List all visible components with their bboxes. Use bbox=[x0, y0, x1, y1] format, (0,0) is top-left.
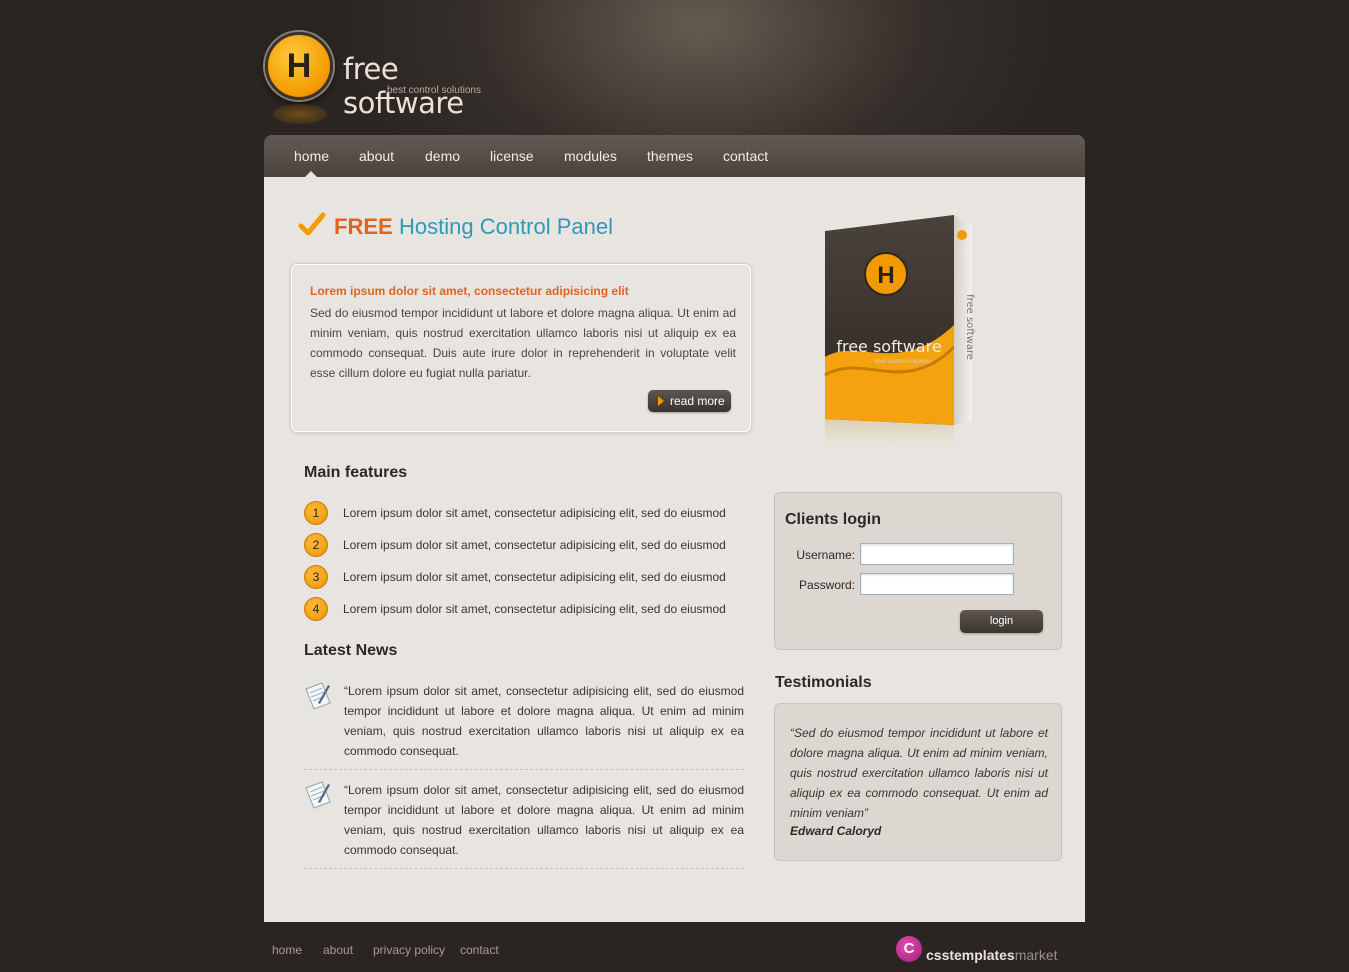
headline-title: Hosting Control Panel bbox=[399, 214, 614, 239]
news-text: “Lorem ipsum dolor sit amet, consectetur… bbox=[344, 684, 744, 758]
nav-modules[interactable]: modules bbox=[564, 148, 617, 164]
document-pen-icon bbox=[305, 781, 331, 809]
intro-text: Sed do eiusmod tempor incididunt ut labo… bbox=[310, 306, 736, 380]
feature-text: Lorem ipsum dolor sit amet, consectetur … bbox=[343, 570, 726, 584]
main-nav: home about demo license modules themes c… bbox=[264, 135, 1085, 177]
product-letter: H bbox=[877, 262, 894, 289]
testimonials-title: Testimonials bbox=[775, 674, 872, 691]
footer-link-home[interactable]: home bbox=[272, 943, 302, 957]
feature-number-badge: 2 bbox=[304, 533, 328, 557]
document-pen-icon bbox=[305, 682, 331, 710]
news-separator bbox=[304, 868, 744, 869]
testimonial-author: Edward Caloryd bbox=[790, 824, 882, 838]
logo-subtitle: best control solutions bbox=[387, 85, 481, 96]
product-subtitle: best control solutions bbox=[875, 359, 931, 365]
brand-name-bold: csstemplates bbox=[926, 947, 1015, 963]
nav-contact[interactable]: contact bbox=[723, 148, 768, 164]
feature-number-badge: 1 bbox=[304, 501, 328, 525]
brand-logo[interactable]: C csstemplatesmarket bbox=[896, 936, 1071, 966]
product-box-image: H free software best control solutions f… bbox=[824, 215, 975, 457]
feature-item: 3 Lorem ipsum dolor sit amet, consectetu… bbox=[304, 565, 744, 589]
news-item: “Lorem ipsum dolor sit amet, consectetur… bbox=[304, 681, 744, 763]
news-text: “Lorem ipsum dolor sit amet, consectetur… bbox=[344, 783, 744, 857]
username-input[interactable] bbox=[860, 543, 1014, 565]
site-logo[interactable]: H free software best control solutions bbox=[265, 30, 505, 130]
main-content: FREE Hosting Control Panel Lorem ipsum d… bbox=[264, 177, 1085, 922]
headline-free: FREE bbox=[334, 214, 393, 239]
logo-letter: H bbox=[286, 46, 312, 85]
login-title: Clients login bbox=[785, 511, 881, 528]
feature-item: 1 Lorem ipsum dolor sit amet, consectetu… bbox=[304, 501, 744, 525]
testimonial-quote: “Sed do eiusmod tempor incididunt ut lab… bbox=[790, 726, 1048, 820]
username-label: Username: bbox=[796, 548, 855, 562]
login-button[interactable]: login bbox=[960, 610, 1043, 633]
brand-c-icon: C bbox=[896, 936, 922, 962]
read-more-button[interactable]: read more bbox=[648, 390, 731, 412]
features-title: Main features bbox=[304, 464, 408, 481]
feature-number-badge: 4 bbox=[304, 597, 328, 621]
intro-title: Lorem ipsum dolor sit amet, consectetur … bbox=[310, 284, 629, 298]
feature-item: 4 Lorem ipsum dolor sit amet, consectetu… bbox=[304, 597, 744, 621]
nav-about[interactable]: about bbox=[359, 148, 394, 164]
play-arrow-icon bbox=[658, 396, 664, 406]
password-label: Password: bbox=[798, 578, 855, 592]
nav-home[interactable]: home bbox=[294, 148, 329, 164]
password-input[interactable] bbox=[860, 573, 1014, 595]
nav-themes[interactable]: themes bbox=[647, 148, 693, 164]
testimonial-box: “Sed do eiusmod tempor incididunt ut lab… bbox=[774, 703, 1062, 861]
product-title: free software bbox=[836, 337, 941, 356]
footer-link-privacy[interactable]: privacy policy bbox=[373, 943, 445, 957]
intro-box: Lorem ipsum dolor sit amet, consectetur … bbox=[291, 264, 751, 432]
login-panel: Clients login Username: Password: login bbox=[774, 492, 1062, 650]
feature-number-badge: 3 bbox=[304, 565, 328, 589]
news-title: Latest News bbox=[304, 642, 398, 659]
news-item: “Lorem ipsum dolor sit amet, consectetur… bbox=[304, 780, 744, 862]
nav-demo[interactable]: demo bbox=[425, 148, 460, 164]
feature-item: 2 Lorem ipsum dolor sit amet, consectetu… bbox=[304, 533, 744, 557]
checkmark-icon bbox=[298, 212, 326, 236]
read-more-label: read more bbox=[670, 394, 725, 408]
feature-text: Lorem ipsum dolor sit amet, consectetur … bbox=[343, 538, 726, 552]
footer-link-contact[interactable]: contact bbox=[460, 943, 499, 957]
brand-text: csstemplatesmarket bbox=[926, 947, 1058, 963]
nav-license[interactable]: license bbox=[490, 148, 534, 164]
logo-badge-icon: H bbox=[265, 32, 333, 100]
active-nav-pointer bbox=[305, 171, 317, 177]
product-side-title: free software bbox=[964, 294, 975, 360]
feature-text: Lorem ipsum dolor sit amet, consectetur … bbox=[343, 602, 726, 616]
feature-text: Lorem ipsum dolor sit amet, consectetur … bbox=[343, 506, 726, 520]
footer-link-about[interactable]: about bbox=[323, 943, 353, 957]
logo-reflection bbox=[273, 104, 327, 124]
brand-name-light: market bbox=[1014, 947, 1058, 963]
news-separator bbox=[304, 769, 744, 770]
